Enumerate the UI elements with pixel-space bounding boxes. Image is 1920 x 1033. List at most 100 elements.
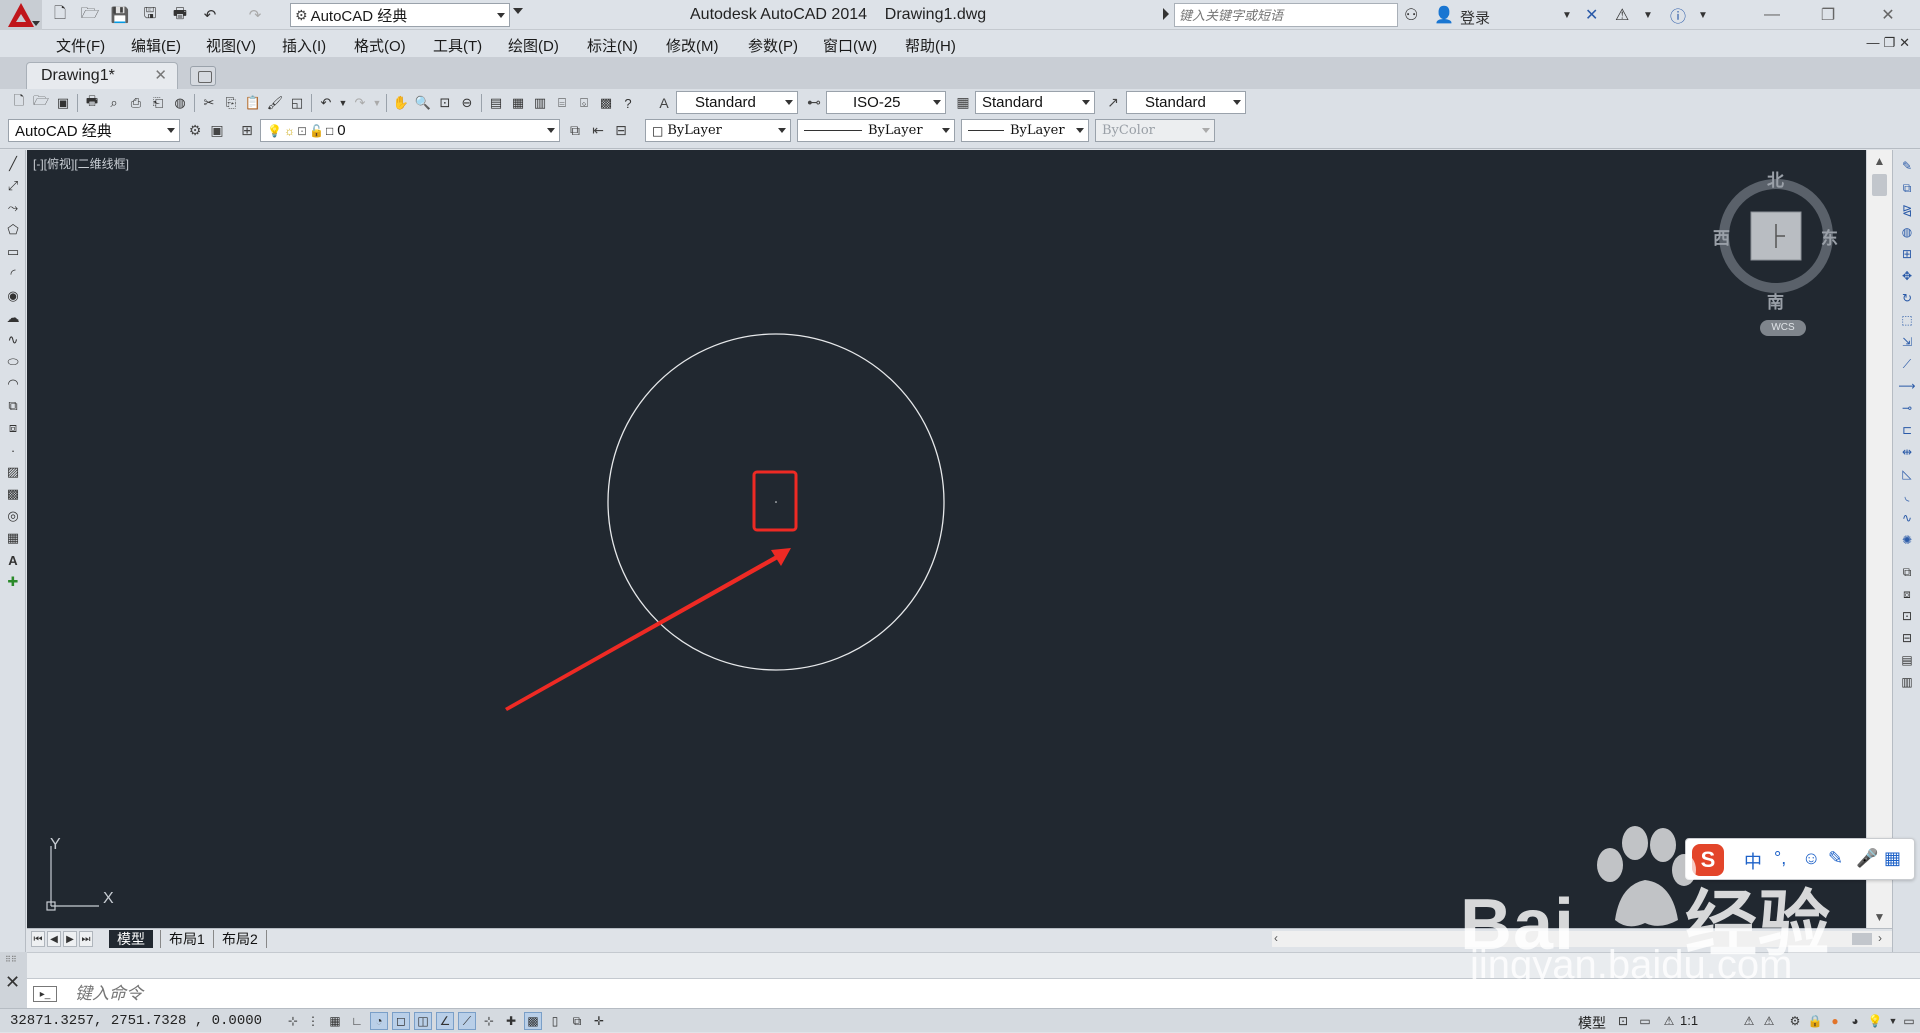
- stretch-icon[interactable]: ⇲: [1897, 332, 1917, 352]
- undo-icon[interactable]: ↶: [316, 93, 336, 113]
- hardware-acceleration-icon[interactable]: ●: [1826, 1012, 1844, 1030]
- help-icon[interactable]: ⓘ: [1670, 4, 1686, 26]
- coordinate-readout[interactable]: 32871.3257, 2751.7328 , 0.0000: [10, 1013, 262, 1029]
- draw-order-front-icon[interactable]: ⧉: [1897, 562, 1917, 582]
- print-icon[interactable]: 🖶: [170, 5, 190, 25]
- file-tab-drawing1[interactable]: Drawing1* ✕: [26, 62, 178, 89]
- scroll-down-icon[interactable]: ▼: [1867, 906, 1892, 928]
- menu-edit[interactable]: 编辑(E): [131, 35, 181, 56]
- chevron-down-icon[interactable]: ▼: [1562, 4, 1572, 26]
- layer-select[interactable]: 💡 ☼ ⊡ 🔓 □ 0: [260, 119, 560, 142]
- layout-tab-layout1[interactable]: 布局1: [160, 930, 213, 948]
- zoom-previous-icon[interactable]: ⊖: [457, 93, 477, 113]
- login-link[interactable]: 登录: [1460, 7, 1490, 28]
- 3d-print-icon[interactable]: ⎗: [148, 93, 168, 113]
- polyline-icon[interactable]: ⤳: [3, 198, 23, 218]
- zoom-realtime-icon[interactable]: 🔍: [413, 93, 433, 113]
- qnew-icon[interactable]: 🗋: [9, 93, 29, 113]
- undo-icon[interactable]: ↶: [200, 5, 220, 25]
- scale-icon[interactable]: ⬚: [1897, 310, 1917, 330]
- quick-view-drawings-icon[interactable]: ▭: [1636, 1012, 1654, 1030]
- layout-tab-model[interactable]: 模型: [109, 930, 153, 948]
- previous-layout-icon[interactable]: ◀: [47, 931, 61, 947]
- auto-scale-icon[interactable]: ⚠: [1760, 1012, 1778, 1030]
- quick-view-layouts-icon[interactable]: ⊡: [1614, 1012, 1632, 1030]
- toolbox-icon[interactable]: ▦: [1884, 848, 1901, 869]
- add-selected-icon[interactable]: ✚: [3, 572, 23, 592]
- design-center-icon[interactable]: ◍: [170, 93, 190, 113]
- plot-preview-icon[interactable]: ⌕: [104, 93, 124, 113]
- menu-window[interactable]: 窗口(W): [823, 35, 877, 56]
- table-style-select[interactable]: Standard: [975, 91, 1095, 114]
- sheet-set-icon[interactable]: ⌸: [552, 93, 572, 113]
- next-layout-icon[interactable]: ▶: [63, 931, 77, 947]
- annotation-scale-value[interactable]: 1:1: [1680, 1013, 1698, 1028]
- search-expand-icon[interactable]: [1163, 8, 1169, 20]
- publish-icon[interactable]: ⎙: [126, 93, 146, 113]
- dynamic-ucs-icon[interactable]: ⟋: [458, 1012, 476, 1030]
- grid-display-icon[interactable]: ▦: [326, 1012, 344, 1030]
- fillet-icon[interactable]: ◟: [1897, 486, 1917, 506]
- horizontal-scrollbar[interactable]: ‹ ›: [1272, 931, 1892, 947]
- tool-palettes-icon[interactable]: ▥: [530, 93, 550, 113]
- close-icon[interactable]: ✕: [5, 972, 20, 993]
- quick-properties-icon[interactable]: ▯: [546, 1012, 564, 1030]
- rectangle-icon[interactable]: ▭: [3, 242, 23, 262]
- text-front-icon[interactable]: ▤: [1897, 650, 1917, 670]
- command-input[interactable]: [75, 982, 1675, 1006]
- scroll-left-icon[interactable]: ‹: [1274, 931, 1278, 945]
- scroll-right-icon[interactable]: ›: [1878, 931, 1882, 945]
- viewcube-north[interactable]: 北: [1767, 166, 1784, 191]
- ortho-mode-icon[interactable]: ∟: [348, 1012, 366, 1030]
- dynamic-input-icon[interactable]: ⊹: [480, 1012, 498, 1030]
- rotate-icon[interactable]: ↻: [1897, 288, 1917, 308]
- gradient-icon[interactable]: ▩: [3, 484, 23, 504]
- handwriting-icon[interactable]: ✎: [1828, 848, 1843, 869]
- object-snap-tracking-icon[interactable]: ∠: [436, 1012, 454, 1030]
- layer-manager-icon[interactable]: ⊞: [236, 119, 258, 142]
- annotation-visibility-icon[interactable]: ⚠: [1740, 1012, 1758, 1030]
- line-icon[interactable]: ╱: [3, 154, 23, 174]
- offset-icon[interactable]: ◍: [1897, 222, 1917, 242]
- make-block-icon[interactable]: ⧈: [3, 418, 23, 438]
- annotation-scale-icon[interactable]: ⚠: [1660, 1012, 1678, 1030]
- polygon-icon[interactable]: ⬠: [3, 220, 23, 240]
- menu-parametric[interactable]: 参数(P): [748, 35, 798, 56]
- viewcube-south[interactable]: 南: [1767, 288, 1784, 313]
- save-as-icon[interactable]: 🖫: [140, 5, 160, 25]
- multileader-style-select[interactable]: Standard: [1126, 91, 1246, 114]
- redo-icon[interactable]: ↷: [350, 93, 370, 113]
- 3d-object-snap-icon[interactable]: ◫: [414, 1012, 432, 1030]
- fullscreen-icon[interactable]: ▭: [1900, 1012, 1918, 1030]
- blend-curves-icon[interactable]: ∿: [1897, 508, 1917, 528]
- first-layout-icon[interactable]: ⏮: [31, 931, 45, 947]
- emoji-icon[interactable]: ☺: [1802, 848, 1820, 869]
- binoculars-icon[interactable]: ⚇: [1404, 4, 1418, 26]
- cut-icon[interactable]: ✂: [199, 93, 219, 113]
- viewcube[interactable]: 北 南 西 东 上: [1713, 166, 1838, 326]
- text-style-select[interactable]: Standard: [676, 91, 798, 114]
- lineweight-icon[interactable]: ✚: [502, 1012, 520, 1030]
- infer-constraints-icon[interactable]: ⊹: [284, 1012, 302, 1030]
- wcs-menu-button[interactable]: WCS: [1760, 320, 1806, 336]
- table-icon[interactable]: ▦: [3, 528, 23, 548]
- new-tab-button[interactable]: [190, 66, 216, 86]
- menu-view[interactable]: 视图(V): [206, 35, 256, 56]
- ellipse-arc-icon[interactable]: ◠: [3, 374, 23, 394]
- save-icon[interactable]: 💾: [110, 5, 130, 25]
- mirror-icon[interactable]: ⧎: [1897, 200, 1917, 220]
- snap-mode-icon[interactable]: ⋮: [304, 1012, 322, 1030]
- multileader-style-icon[interactable]: ↗: [1102, 91, 1124, 114]
- hatch-back-icon[interactable]: ▥: [1897, 672, 1917, 692]
- plot-icon[interactable]: 🖶: [82, 93, 102, 113]
- revision-cloud-icon[interactable]: ☁: [3, 308, 23, 328]
- design-center-palette-icon[interactable]: ▦: [508, 93, 528, 113]
- menu-file[interactable]: 文件(F): [56, 35, 105, 56]
- a360-icon[interactable]: ⚠: [1615, 4, 1629, 26]
- insert-block-icon[interactable]: ⧉: [3, 396, 23, 416]
- open-icon[interactable]: 🗁: [31, 93, 51, 113]
- linetype-select[interactable]: ByLayer: [797, 119, 955, 142]
- user-icon[interactable]: 👤: [1434, 4, 1454, 26]
- menu-modify[interactable]: 修改(M): [666, 35, 719, 56]
- draw-order-back-icon[interactable]: ⧈: [1897, 584, 1917, 604]
